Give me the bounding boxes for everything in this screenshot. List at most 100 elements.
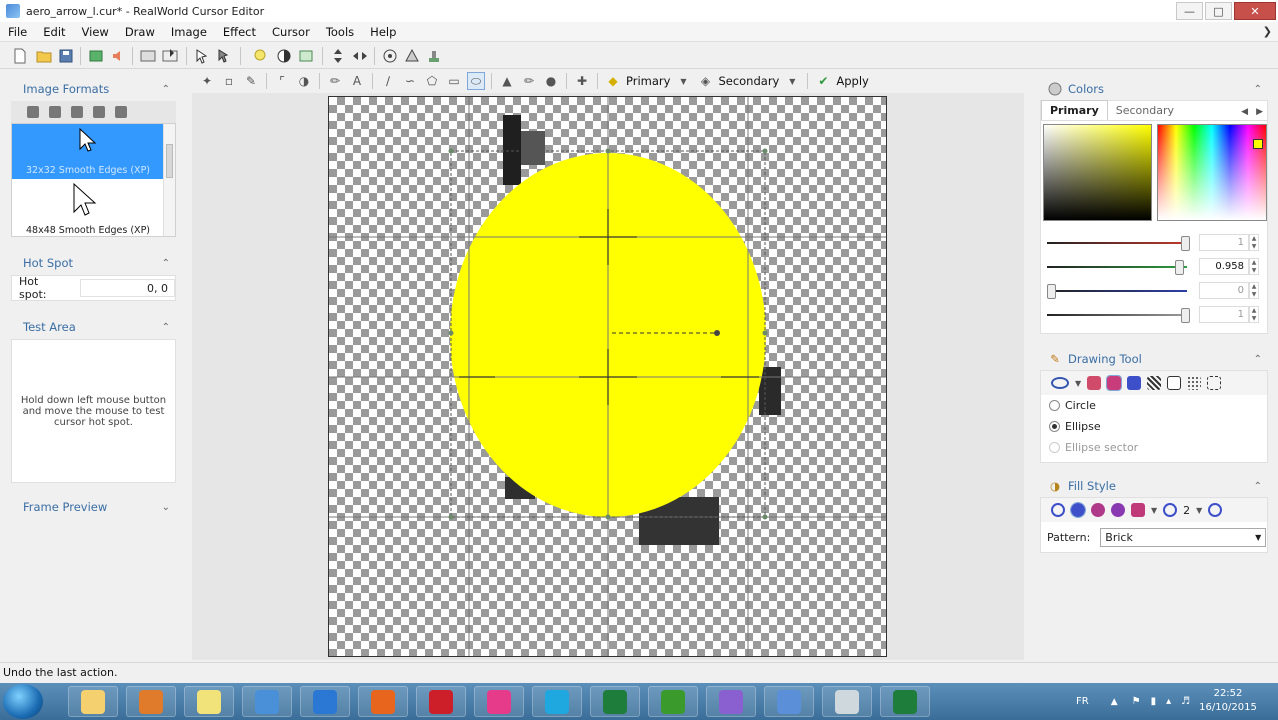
- frame-preview-header[interactable]: Frame Preview ⌄: [11, 495, 176, 519]
- menu-view[interactable]: View: [74, 25, 117, 39]
- ellipse-icon[interactable]: ⬭: [467, 72, 485, 90]
- text-icon[interactable]: A: [348, 72, 366, 90]
- test-area-header[interactable]: Test Area ⌃: [11, 315, 176, 339]
- blue-value-input[interactable]: 0: [1199, 282, 1249, 299]
- taskbar-utorrent-button[interactable]: [648, 686, 698, 717]
- menu-tools[interactable]: Tools: [318, 25, 362, 39]
- option-ellipse-sector[interactable]: Ellipse sector: [1041, 437, 1267, 458]
- red-value-input[interactable]: 1: [1199, 234, 1249, 251]
- fill-style-header[interactable]: ◑ Fill Style ⌃: [1040, 475, 1268, 497]
- battery-icon[interactable]: ▮: [1151, 696, 1157, 707]
- spin-buttons[interactable]: ▲ ▼: [1249, 234, 1259, 251]
- taskbar-opera-button[interactable]: [416, 686, 466, 717]
- hue-spectrum[interactable]: [1157, 124, 1267, 221]
- saturation-value-square[interactable]: [1043, 124, 1152, 221]
- flip-horizontal-icon[interactable]: [352, 48, 368, 64]
- pointer-icon[interactable]: [194, 48, 210, 64]
- taskbar-chrome-button[interactable]: [242, 686, 292, 717]
- no-fill-icon[interactable]: [1051, 503, 1065, 517]
- taskbar-sticky-notes-button[interactable]: [184, 686, 234, 717]
- maximize-button[interactable]: □: [1205, 2, 1232, 20]
- close-button[interactable]: ✕: [1234, 2, 1276, 20]
- expand-icon[interactable]: ⌄: [162, 502, 170, 513]
- chevron-down-icon[interactable]: ▼: [783, 72, 801, 90]
- menu-help[interactable]: Help: [362, 25, 404, 39]
- apply-button[interactable]: Apply: [836, 74, 868, 88]
- scrollbar-thumb[interactable]: [166, 144, 173, 178]
- bulb-icon[interactable]: [252, 48, 268, 64]
- primary-dropdown[interactable]: Primary: [626, 74, 670, 88]
- outline-mode-icon[interactable]: [1087, 376, 1102, 390]
- test-area[interactable]: Hold down left mouse button and move the…: [11, 339, 176, 483]
- blue-slider-track[interactable]: [1047, 290, 1187, 292]
- tab-primary[interactable]: Primary: [1041, 100, 1108, 120]
- fill-bucket-icon[interactable]: ◑: [295, 72, 313, 90]
- network-icon[interactable]: ▴: [1166, 696, 1171, 707]
- shape-icon[interactable]: [404, 48, 420, 64]
- tab-scroll-right-icon[interactable]: ▶: [1252, 104, 1267, 120]
- taskbar-explorer-button[interactable]: [68, 686, 118, 717]
- taskbar-firefox-button[interactable]: [358, 686, 408, 717]
- collapse-icon[interactable]: ⌃: [162, 258, 170, 269]
- taskbar-pen-tablet-button[interactable]: [822, 686, 872, 717]
- action-center-icon[interactable]: ⚑: [1132, 696, 1141, 707]
- alpha-slider-thumb[interactable]: [1181, 308, 1190, 323]
- capture-icon[interactable]: [88, 48, 104, 64]
- smudge-icon[interactable]: ●: [542, 72, 560, 90]
- green-slider-thumb[interactable]: [1175, 260, 1185, 275]
- minimize-button[interactable]: —: [1176, 2, 1203, 20]
- tab-secondary[interactable]: Secondary: [1108, 101, 1182, 120]
- chevron-down-icon[interactable]: ▼: [674, 72, 692, 90]
- spin-buttons[interactable]: ▲ ▼: [1249, 282, 1259, 299]
- save-icon[interactable]: [58, 48, 74, 64]
- radial-fill-icon[interactable]: [1111, 503, 1125, 517]
- eraser-icon[interactable]: ▫: [220, 72, 238, 90]
- pencil-icon[interactable]: ✏: [326, 72, 344, 90]
- hot-spot-input[interactable]: 0, 0: [80, 279, 175, 297]
- stamp-icon[interactable]: [426, 48, 442, 64]
- radio-ellipse-sector[interactable]: [1049, 442, 1060, 453]
- menu-overflow-icon[interactable]: ❯: [1263, 25, 1272, 38]
- color-marker[interactable]: [1253, 139, 1263, 149]
- chevron-down-icon[interactable]: ▼: [1151, 506, 1157, 515]
- taskbar-skype-button[interactable]: [532, 686, 582, 717]
- drawing-tool-header[interactable]: ✎ Drawing Tool ⌃: [1040, 348, 1268, 370]
- fill-outline-mode-icon[interactable]: [1106, 375, 1123, 391]
- color-picker-icon[interactable]: ✏: [520, 72, 538, 90]
- clock[interactable]: 22:52 16/10/2015: [1196, 687, 1260, 715]
- copy-format-icon[interactable]: [93, 106, 105, 118]
- flip-vertical-icon[interactable]: [330, 48, 346, 64]
- spin-buttons[interactable]: ▲ ▼: [1249, 258, 1259, 275]
- image-formats-header[interactable]: Image Formats ⌃: [11, 77, 176, 101]
- brush-icon[interactable]: ✎: [242, 72, 260, 90]
- option-circle[interactable]: Circle: [1041, 395, 1267, 416]
- image-export-icon[interactable]: [162, 48, 178, 64]
- tab-scroll-left-icon[interactable]: ◀: [1237, 104, 1252, 120]
- rotation-handle[interactable]: [714, 330, 720, 336]
- collapse-icon[interactable]: ⌃: [1254, 354, 1262, 365]
- taskbar-media-player-button[interactable]: [126, 686, 176, 717]
- taskbar-paint-button[interactable]: [474, 686, 524, 717]
- target-icon[interactable]: [382, 48, 398, 64]
- rectangle-icon[interactable]: ▭: [445, 72, 463, 90]
- paste-format-icon[interactable]: [115, 106, 127, 118]
- chevron-down-icon[interactable]: ▼: [1075, 379, 1081, 388]
- pattern-fill-icon[interactable]: [1131, 503, 1145, 517]
- taskbar-tool-button[interactable]: [706, 686, 756, 717]
- antialias-icon[interactable]: [1147, 376, 1162, 390]
- gradient-fill-icon[interactable]: [1091, 503, 1105, 517]
- collapse-icon[interactable]: ⌃: [1254, 481, 1262, 492]
- blue-slider-thumb[interactable]: [1047, 284, 1056, 299]
- open-folder-icon[interactable]: [36, 48, 52, 64]
- crop-icon[interactable]: ⌜: [273, 72, 291, 90]
- list-item[interactable]: 48x48 Smooth Edges (XP): [12, 179, 175, 236]
- collapse-icon[interactable]: ⌃: [162, 84, 170, 95]
- menu-cursor[interactable]: Cursor: [264, 25, 318, 39]
- fill-mode-icon[interactable]: [1127, 376, 1142, 390]
- new-file-icon[interactable]: [12, 48, 28, 64]
- secondary-dropdown[interactable]: Secondary: [718, 74, 779, 88]
- menu-file[interactable]: File: [0, 25, 35, 39]
- solid-fill-icon[interactable]: [1070, 502, 1086, 518]
- stamp-tool-icon[interactable]: ▲: [498, 72, 516, 90]
- taskbar-camtasia-2-button[interactable]: [880, 686, 930, 717]
